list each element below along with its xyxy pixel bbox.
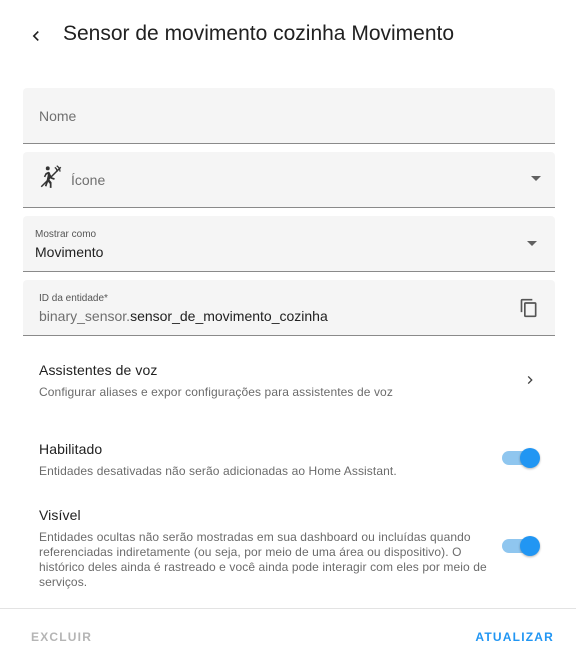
entity-id-value[interactable]: binary_sensor.sensor_de_movimento_cozinh… (39, 308, 328, 324)
visible-title: Visível (39, 507, 81, 523)
display-as-value: Movimento (35, 244, 104, 260)
enabled-description: Entidades desativadas não serão adiciona… (39, 464, 397, 478)
dialog-footer: EXCLUIR ATUALIZAR (0, 608, 576, 656)
copy-icon[interactable] (519, 298, 539, 318)
entity-id-text: sensor_de_movimento_cozinha (130, 308, 328, 324)
entity-id-prefix: binary_sensor. (39, 308, 131, 324)
delete-button[interactable]: EXCLUIR (31, 630, 92, 644)
voice-assistants-row[interactable]: Assistentes de voz Configurar aliases e … (39, 362, 539, 400)
name-field[interactable]: Nome (23, 88, 555, 144)
display-as-label: Mostrar como (35, 229, 97, 240)
visible-toggle[interactable] (502, 534, 540, 558)
visible-setting: Visível Entidades ocultas não serão most… (39, 507, 489, 590)
chevron-right-icon[interactable] (522, 372, 538, 388)
visible-description: Entidades ocultas não serão mostradas em… (39, 530, 487, 589)
enabled-setting: Habilitado Entidades desativadas não ser… (39, 441, 489, 479)
icon-picker[interactable]: Ícone (23, 152, 555, 208)
dropdown-arrow-icon[interactable] (531, 176, 541, 181)
dialog-title: Sensor de movimento cozinha Movimento (63, 22, 455, 45)
name-field-placeholder: Nome (39, 108, 77, 124)
dropdown-arrow-icon[interactable] (527, 241, 537, 246)
chevron-left-icon (32, 31, 39, 41)
voice-assistants-title: Assistentes de voz (39, 362, 158, 378)
enabled-title: Habilitado (39, 441, 103, 457)
entity-id-field[interactable]: ID da entidade* binary_sensor.sensor_de_… (23, 280, 555, 336)
back-button[interactable] (22, 22, 50, 50)
enabled-toggle[interactable] (502, 446, 540, 470)
motion-sensor-icon (40, 165, 62, 188)
icon-field-placeholder: Ícone (71, 172, 106, 188)
toggle-thumb (520, 448, 540, 468)
entity-settings-dialog: Sensor de movimento cozinha Movimento No… (0, 0, 576, 656)
dialog-header: Sensor de movimento cozinha Movimento (0, 0, 576, 72)
update-button[interactable]: ATUALIZAR (475, 630, 554, 644)
voice-assistants-description: Configurar aliases e expor configurações… (39, 385, 393, 399)
entity-id-label: ID da entidade* (39, 293, 108, 304)
display-as-select[interactable]: Mostrar como Movimento (23, 216, 555, 272)
toggle-thumb (520, 536, 540, 556)
